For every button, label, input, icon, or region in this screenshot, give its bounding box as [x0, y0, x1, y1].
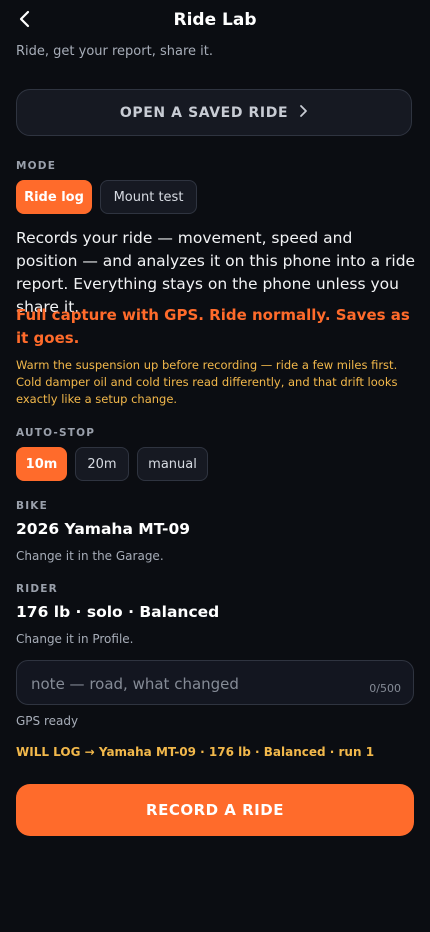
rider-hint: Change it in Profile.	[16, 632, 134, 646]
will-log-summary: WILL LOG → Yamaha MT-09 · 176 lb · Balan…	[16, 745, 375, 759]
mode-ride-log-chip[interactable]: Ride log	[16, 180, 92, 214]
warmup-warning: Warm the suspension up before recording …	[16, 358, 398, 406]
auto-stop-10m-chip[interactable]: 10m	[16, 447, 67, 481]
rider-value: 176 lb · solo · Balanced	[16, 603, 220, 621]
header: Ride Lab	[0, 0, 430, 40]
mode-mount-test-chip[interactable]: Mount test	[100, 180, 197, 214]
gps-status: GPS ready	[16, 714, 79, 728]
bike-label: BIKE	[16, 500, 49, 512]
auto-stop-label: AUTO-STOP	[16, 427, 96, 439]
rider-label: RIDER	[16, 583, 58, 595]
chevron-right-icon	[298, 104, 308, 122]
open-saved-ride-button[interactable]: OPEN A SAVED RIDE	[16, 89, 412, 136]
auto-stop-manual-chip[interactable]: manual	[137, 447, 208, 481]
note-input[interactable]	[29, 672, 333, 696]
mode-label: MODE	[16, 160, 57, 172]
page-title: Ride Lab	[173, 10, 257, 30]
auto-stop-20m-chip[interactable]: 20m	[75, 447, 129, 481]
note-field[interactable]: 0/500	[16, 660, 414, 705]
bike-hint: Change it in the Garage.	[16, 549, 164, 563]
page-subtitle: Ride, get your report, share it.	[16, 44, 213, 59]
capture-note: Full capture with GPS. Ride normally. Sa…	[16, 306, 410, 347]
record-ride-button[interactable]: RECORD A RIDE	[16, 784, 414, 836]
bike-value: 2026 Yamaha MT-09	[16, 520, 191, 538]
note-char-counter: 0/500	[369, 682, 401, 695]
open-saved-ride-label: OPEN A SAVED RIDE	[119, 104, 289, 121]
